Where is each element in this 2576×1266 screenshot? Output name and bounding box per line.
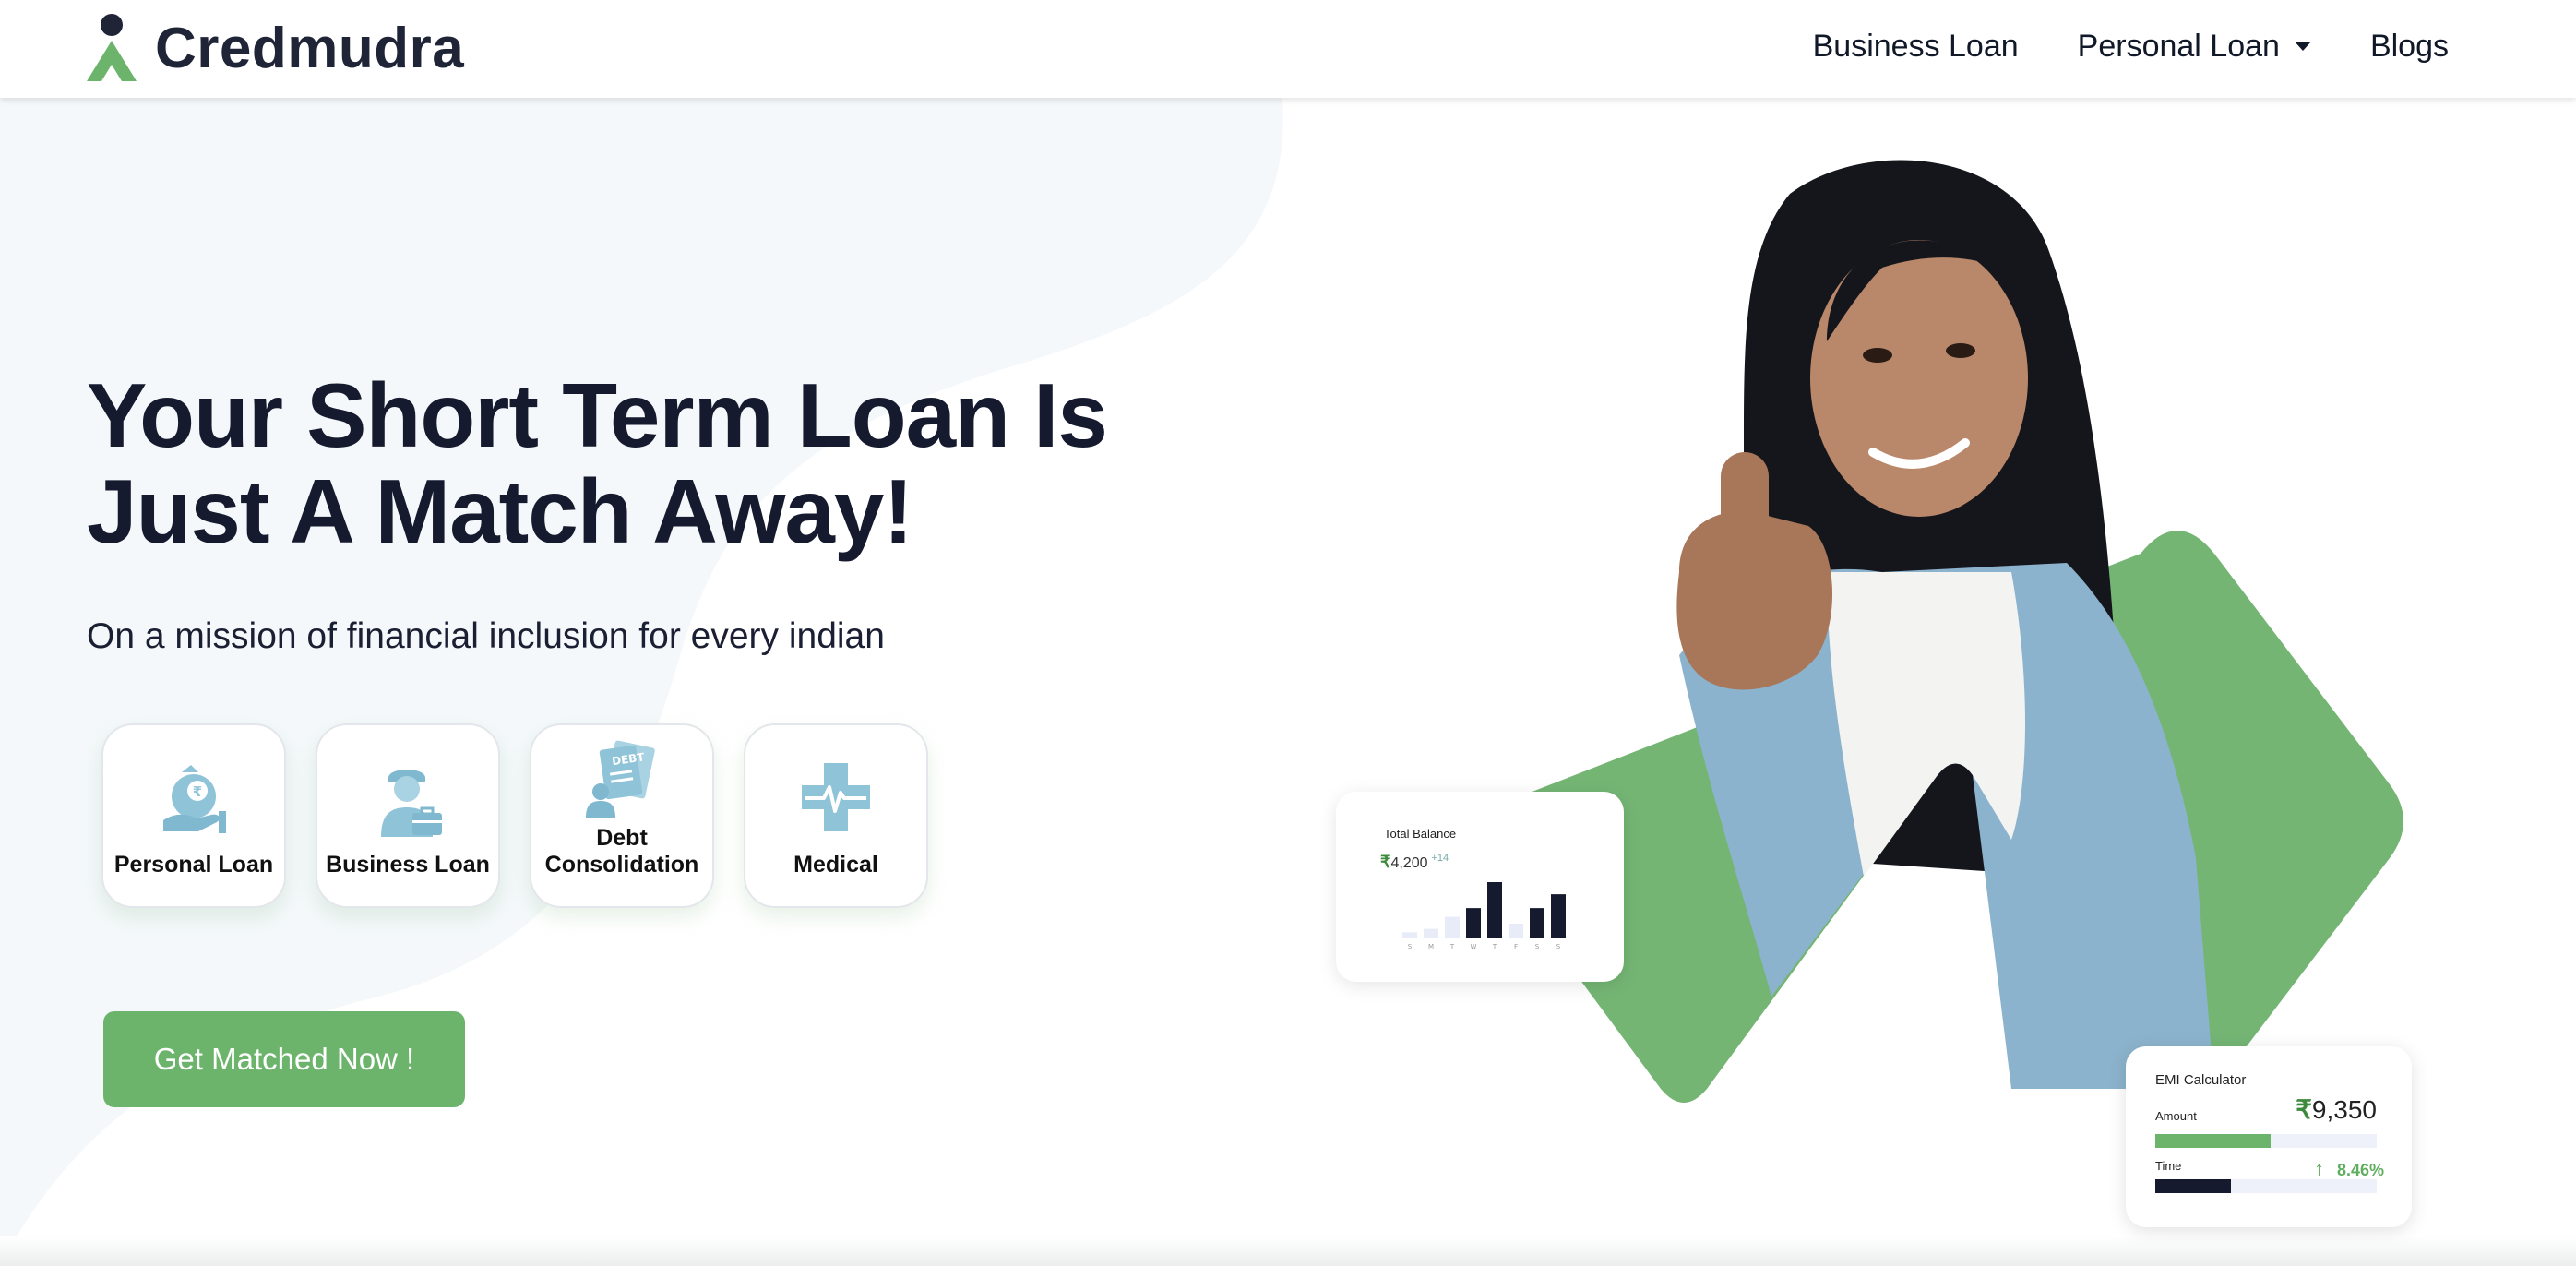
businessman-briefcase-icon [381,770,442,837]
balance-day-label: W [1471,943,1477,950]
balance-bar [1424,928,1438,938]
balance-bar [1402,932,1417,938]
emi-amount-label: Amount [2155,1109,2197,1123]
card-personal-loan[interactable]: ₹ Personal Loan [101,723,286,908]
nav-business-loan[interactable]: Business Loan [1813,29,2019,65]
balance-day-label: T [1492,943,1497,950]
rupee-icon: ₹ [1380,853,1391,871]
hero-subtitle: On a mission of financial inclusion for … [87,616,885,656]
nav-personal-loan-label: Personal Loan [2077,28,2280,64]
logo-person-icon [87,14,137,81]
balance-bar-chart: SMTWTFSS [1402,882,1566,950]
emi-amount-bar-fill [2155,1134,2271,1148]
balance-bar [1445,916,1460,938]
balance-amount: 4,200 [1390,855,1428,871]
card-business-loan[interactable]: Business Loan [316,723,500,908]
emi-rate-value: 8.46% [2336,1161,2384,1179]
balance-day-label: T [1449,943,1455,950]
balance-bar [1509,924,1523,938]
emi-calculator-widget: EMI Calculator Amount ₹9,350 Time ↑ 8.46% [2126,1046,2412,1227]
bottom-edge [0,1236,2576,1266]
emi-time-label: Time [2155,1159,2182,1173]
balance-bar [1551,894,1566,938]
emi-amount-value: ₹9,350 [2296,1094,2377,1125]
balance-day-label: S [1535,943,1540,950]
balance-amount-row: ₹4,200 +14 [1380,853,1449,872]
balance-bar [1530,908,1544,938]
card-business-loan-label: Business Loan [326,852,490,878]
main-nav: Business Loan Personal Loan Blogs [1754,20,2449,72]
medical-cross-icon [802,763,870,831]
brand-name: Credmudra [155,16,465,80]
card-medical-label: Medical [793,852,878,878]
balance-title: Total Balance [1384,827,1457,841]
nav-blogs[interactable]: Blogs [2370,29,2449,65]
nav-personal-loan-dropdown[interactable]: Personal Loan [2078,29,2311,65]
hero-title-line2: Just A Match Away! [87,460,913,562]
hero-title-line1: Your Short Term Loan Is [87,364,1108,466]
brand-logo[interactable]: Credmudra [85,11,464,85]
emi-time-bar [2155,1179,2377,1193]
arrow-up-icon: ↑ [2313,1157,2324,1180]
card-medical[interactable]: Medical [744,723,928,908]
card-debt-label-line1: Debt [596,825,648,851]
loan-category-cards: ₹ Personal Loan Business Loan DEBT Debt … [101,723,958,908]
card-personal-loan-label: Personal Loan [113,852,274,878]
debt-document-icon: DEBT [586,740,655,818]
emi-amount: 9,350 [2311,1095,2377,1124]
hero-title: Your Short Term Loan Is Just A Match Awa… [87,364,1108,562]
card-debt-label-line2: Consolidation [544,852,699,878]
emi-amount-bar [2155,1134,2377,1148]
emi-time-bar-fill [2155,1179,2231,1193]
balance-bar [1487,882,1502,938]
svg-text:₹: ₹ [193,783,202,800]
balance-bar [1466,908,1481,938]
balance-delta: +14 [1431,853,1449,864]
money-bag-hand-icon: ₹ [163,765,226,833]
balance-day-label: M [1428,943,1434,950]
rupee-icon: ₹ [2296,1095,2312,1124]
total-balance-widget: Total Balance ₹4,200 +14 S M T W T F S S [1336,792,1624,982]
get-matched-button[interactable]: Get Matched Now ! [103,1011,465,1107]
page: Credmudra Business Loan Personal Loan Bl… [0,0,2576,1266]
emi-rate: ↑ 8.46% [2314,1157,2384,1181]
balance-day-label: S [1556,943,1561,950]
emi-title: EMI Calculator [2155,1072,2247,1088]
hero-illustration [1490,160,2403,1103]
site-header: Credmudra Business Loan Personal Loan Bl… [0,0,2576,98]
balance-day-label: S [1408,943,1413,950]
card-debt-consolidation[interactable]: DEBT Debt Consolidation [530,723,714,908]
caret-down-icon [2294,42,2311,51]
balance-day-label: F [1514,943,1518,950]
